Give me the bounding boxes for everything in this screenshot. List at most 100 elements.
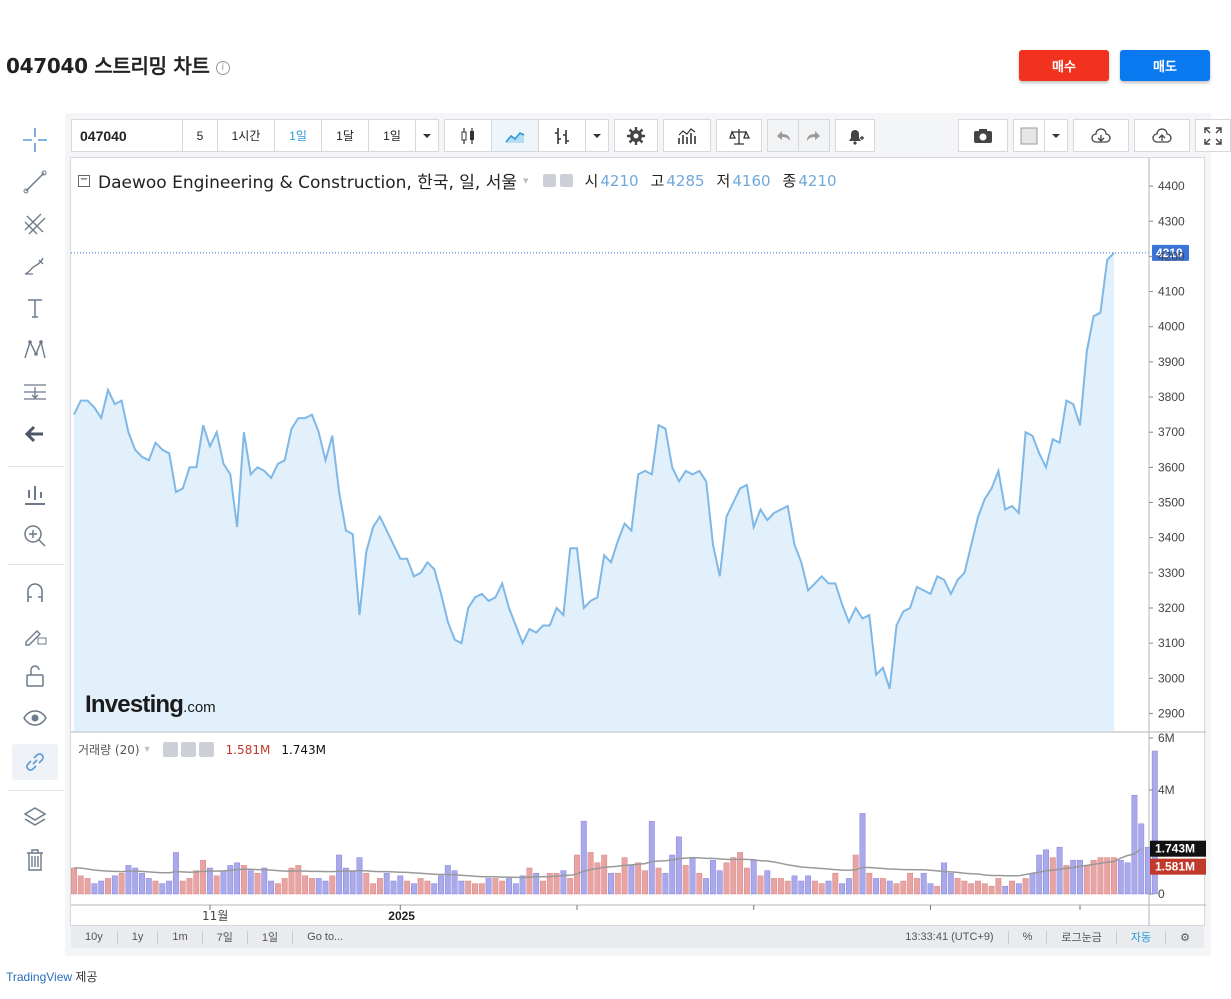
visibility-icon[interactable] (542, 174, 556, 187)
volume-bar (689, 857, 696, 895)
price-axis-tick: 3000 (1158, 671, 1185, 685)
volume-bar (349, 870, 356, 895)
measure-icon[interactable] (12, 476, 58, 512)
volume-bar (77, 875, 84, 895)
trend-line-icon[interactable] (12, 164, 58, 200)
volume-bar (125, 865, 132, 895)
volume-bar (798, 880, 805, 895)
symbol-input[interactable]: 047040 (71, 119, 183, 152)
bottom-bar: 10y 1y 1m 7일 1일 Go to... 13:33:41 (UTC+9… (71, 926, 1204, 948)
camera-icon[interactable] (958, 119, 1008, 152)
volume-bar (370, 883, 377, 895)
volume-bar (105, 878, 111, 895)
trash-icon[interactable] (12, 842, 58, 878)
volume-bar (947, 872, 954, 895)
info-icon[interactable]: i (215, 60, 230, 75)
volume-bar (179, 880, 186, 895)
zoom-in-icon[interactable] (12, 518, 58, 554)
volume-bar (71, 867, 77, 895)
volume-bar (703, 878, 710, 895)
auto-scale-toggle[interactable]: 자동 (1117, 930, 1167, 944)
range-1m[interactable]: 1m (158, 930, 203, 944)
range-7d[interactable]: 7일 (203, 930, 248, 944)
volume-bar (730, 857, 737, 895)
volume-bar (832, 872, 839, 895)
volume-remove-icon[interactable] (198, 742, 214, 757)
tradingview-link[interactable]: TradingView (6, 970, 72, 984)
collapse-icon[interactable]: − (78, 174, 90, 187)
go-to-button[interactable]: Go to... (293, 931, 357, 944)
area-chart-icon[interactable] (491, 119, 539, 152)
alert-icon[interactable] (835, 119, 875, 152)
volume-bar (608, 872, 614, 895)
redo-icon[interactable] (798, 119, 830, 152)
link-icon[interactable] (12, 744, 58, 780)
undo-icon[interactable] (767, 119, 799, 152)
interval-1mo[interactable]: 1달 (321, 119, 369, 152)
volume-bar (84, 878, 91, 895)
pitchfork-icon[interactable] (12, 206, 58, 242)
interval-1h[interactable]: 1시간 (217, 119, 275, 152)
color-dropdown[interactable] (1044, 119, 1068, 152)
prediction-icon[interactable] (12, 374, 58, 410)
settings-icon[interactable] (559, 174, 573, 187)
volume-bar (1070, 859, 1077, 895)
volume-bar (757, 875, 764, 895)
gear-icon[interactable] (614, 119, 658, 152)
log-scale-toggle[interactable]: 로그눈금 (1047, 930, 1117, 944)
magnet-icon[interactable] (12, 574, 58, 610)
indicators-icon[interactable] (663, 119, 711, 152)
eye-icon[interactable] (12, 700, 58, 736)
volume-visibility-icon[interactable] (162, 742, 178, 757)
bars-chart-icon[interactable] (538, 119, 586, 152)
volume-bar (893, 883, 900, 895)
top-toolbar: 047040 5 1시간 1일 1달 1일 (71, 119, 1231, 152)
volume-bar (308, 878, 315, 895)
pattern-icon[interactable] (12, 332, 58, 368)
chart-settings-gear-icon[interactable]: ⚙ (1166, 931, 1204, 944)
back-arrow-icon[interactable] (12, 416, 58, 452)
candlestick-icon[interactable] (444, 119, 492, 152)
volume-settings-icon[interactable] (180, 742, 196, 757)
volume-bar (417, 878, 424, 895)
lock-drawing-icon[interactable] (12, 616, 58, 652)
price-axis-tick: 4000 (1158, 320, 1185, 334)
interval-selector[interactable]: 1일 (368, 119, 416, 152)
unlock-icon[interactable] (12, 658, 58, 694)
volume-bar (540, 880, 546, 895)
fullscreen-icon[interactable] (1195, 119, 1231, 152)
cloud-upload-icon[interactable] (1134, 119, 1190, 152)
price-chart-svg[interactable]: 4210 2900 3000 3100 3200 3300 3400 3500 3600 370… (71, 158, 1206, 927)
text-icon[interactable] (12, 290, 58, 326)
volume-bar (682, 865, 689, 895)
volume-bar (1022, 878, 1029, 895)
percent-toggle[interactable]: % (1009, 930, 1048, 944)
volume-bar (458, 880, 465, 895)
close-label: 종 (782, 172, 797, 190)
crosshair-icon[interactable] (12, 122, 58, 158)
interval-5[interactable]: 5 (182, 119, 218, 152)
range-1d[interactable]: 1일 (248, 930, 294, 944)
compare-icon[interactable] (716, 119, 762, 152)
interval-1d[interactable]: 1일 (274, 119, 322, 152)
buy-button[interactable]: 매수 (1019, 50, 1109, 81)
color-picker-icon[interactable] (1013, 119, 1045, 152)
sell-button[interactable]: 매도 (1120, 50, 1210, 81)
volume-bar (635, 862, 642, 895)
volume-bar (723, 862, 730, 895)
layers-icon[interactable] (12, 800, 58, 836)
volume-bar (648, 820, 655, 895)
volume-indicator-name: 거래량 (20) (78, 743, 140, 757)
volume-bar (642, 870, 648, 895)
volume-bar (662, 872, 669, 895)
brush-icon[interactable] (12, 248, 58, 284)
volume-bar (784, 880, 791, 895)
cloud-download-icon[interactable] (1073, 119, 1129, 152)
range-10y[interactable]: 10y (71, 930, 118, 944)
chart-type-dropdown[interactable] (585, 119, 609, 152)
chart-panel[interactable]: 4210 2900 3000 3100 3200 3300 3400 3500 3600 370… (70, 157, 1206, 927)
volume-bar (913, 878, 920, 895)
volume-bar (1111, 857, 1117, 895)
range-1y[interactable]: 1y (118, 930, 159, 944)
interval-dropdown[interactable] (415, 119, 439, 152)
